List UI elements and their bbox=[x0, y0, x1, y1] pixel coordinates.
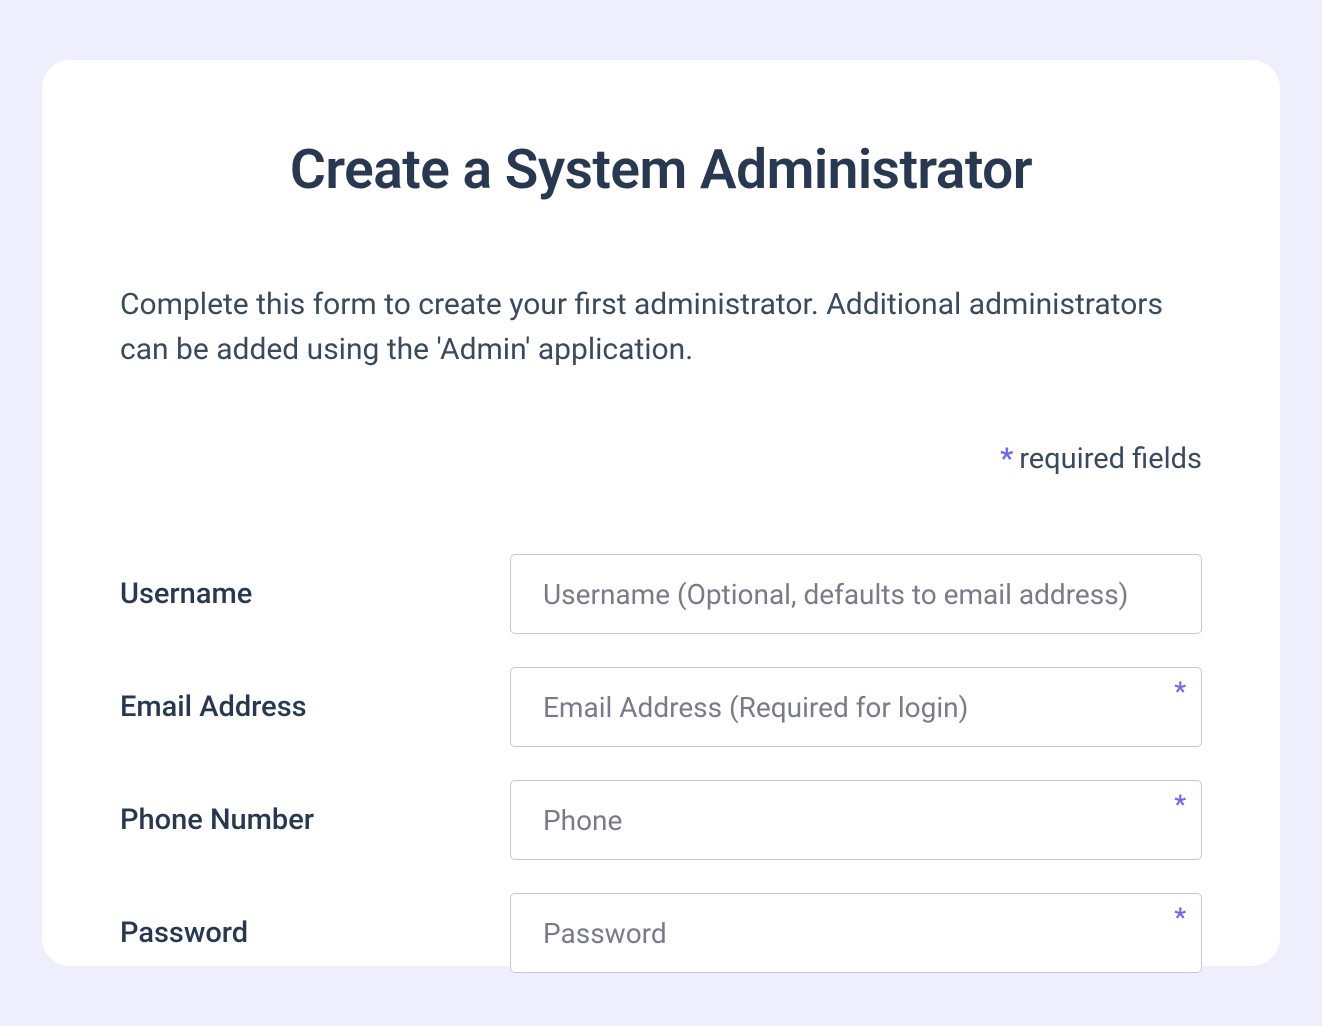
username-row: Username bbox=[120, 554, 1202, 634]
page-title: Create a System Administrator bbox=[120, 138, 1202, 202]
phone-input[interactable] bbox=[510, 780, 1202, 860]
username-input-wrapper bbox=[510, 554, 1202, 634]
form-description: Complete this form to create your first … bbox=[120, 282, 1202, 372]
password-input-wrapper: * bbox=[510, 893, 1202, 973]
username-input[interactable] bbox=[510, 554, 1202, 634]
asterisk-icon: * bbox=[1000, 442, 1013, 476]
form-card: Create a System Administrator Complete t… bbox=[42, 60, 1280, 966]
required-fields-text: required fields bbox=[1019, 442, 1202, 476]
email-input[interactable] bbox=[510, 667, 1202, 747]
username-label: Username bbox=[120, 577, 510, 611]
email-input-wrapper: * bbox=[510, 667, 1202, 747]
phone-input-wrapper: * bbox=[510, 780, 1202, 860]
password-row: Password * bbox=[120, 893, 1202, 973]
asterisk-icon: * bbox=[1174, 790, 1186, 820]
required-fields-note: *required fields bbox=[120, 442, 1202, 476]
phone-row: Phone Number * bbox=[120, 780, 1202, 860]
asterisk-icon: * bbox=[1174, 903, 1186, 933]
email-row: Email Address * bbox=[120, 667, 1202, 747]
password-input[interactable] bbox=[510, 893, 1202, 973]
email-label: Email Address bbox=[120, 690, 510, 724]
phone-label: Phone Number bbox=[120, 803, 510, 837]
asterisk-icon: * bbox=[1174, 677, 1186, 707]
password-label: Password bbox=[120, 916, 510, 950]
